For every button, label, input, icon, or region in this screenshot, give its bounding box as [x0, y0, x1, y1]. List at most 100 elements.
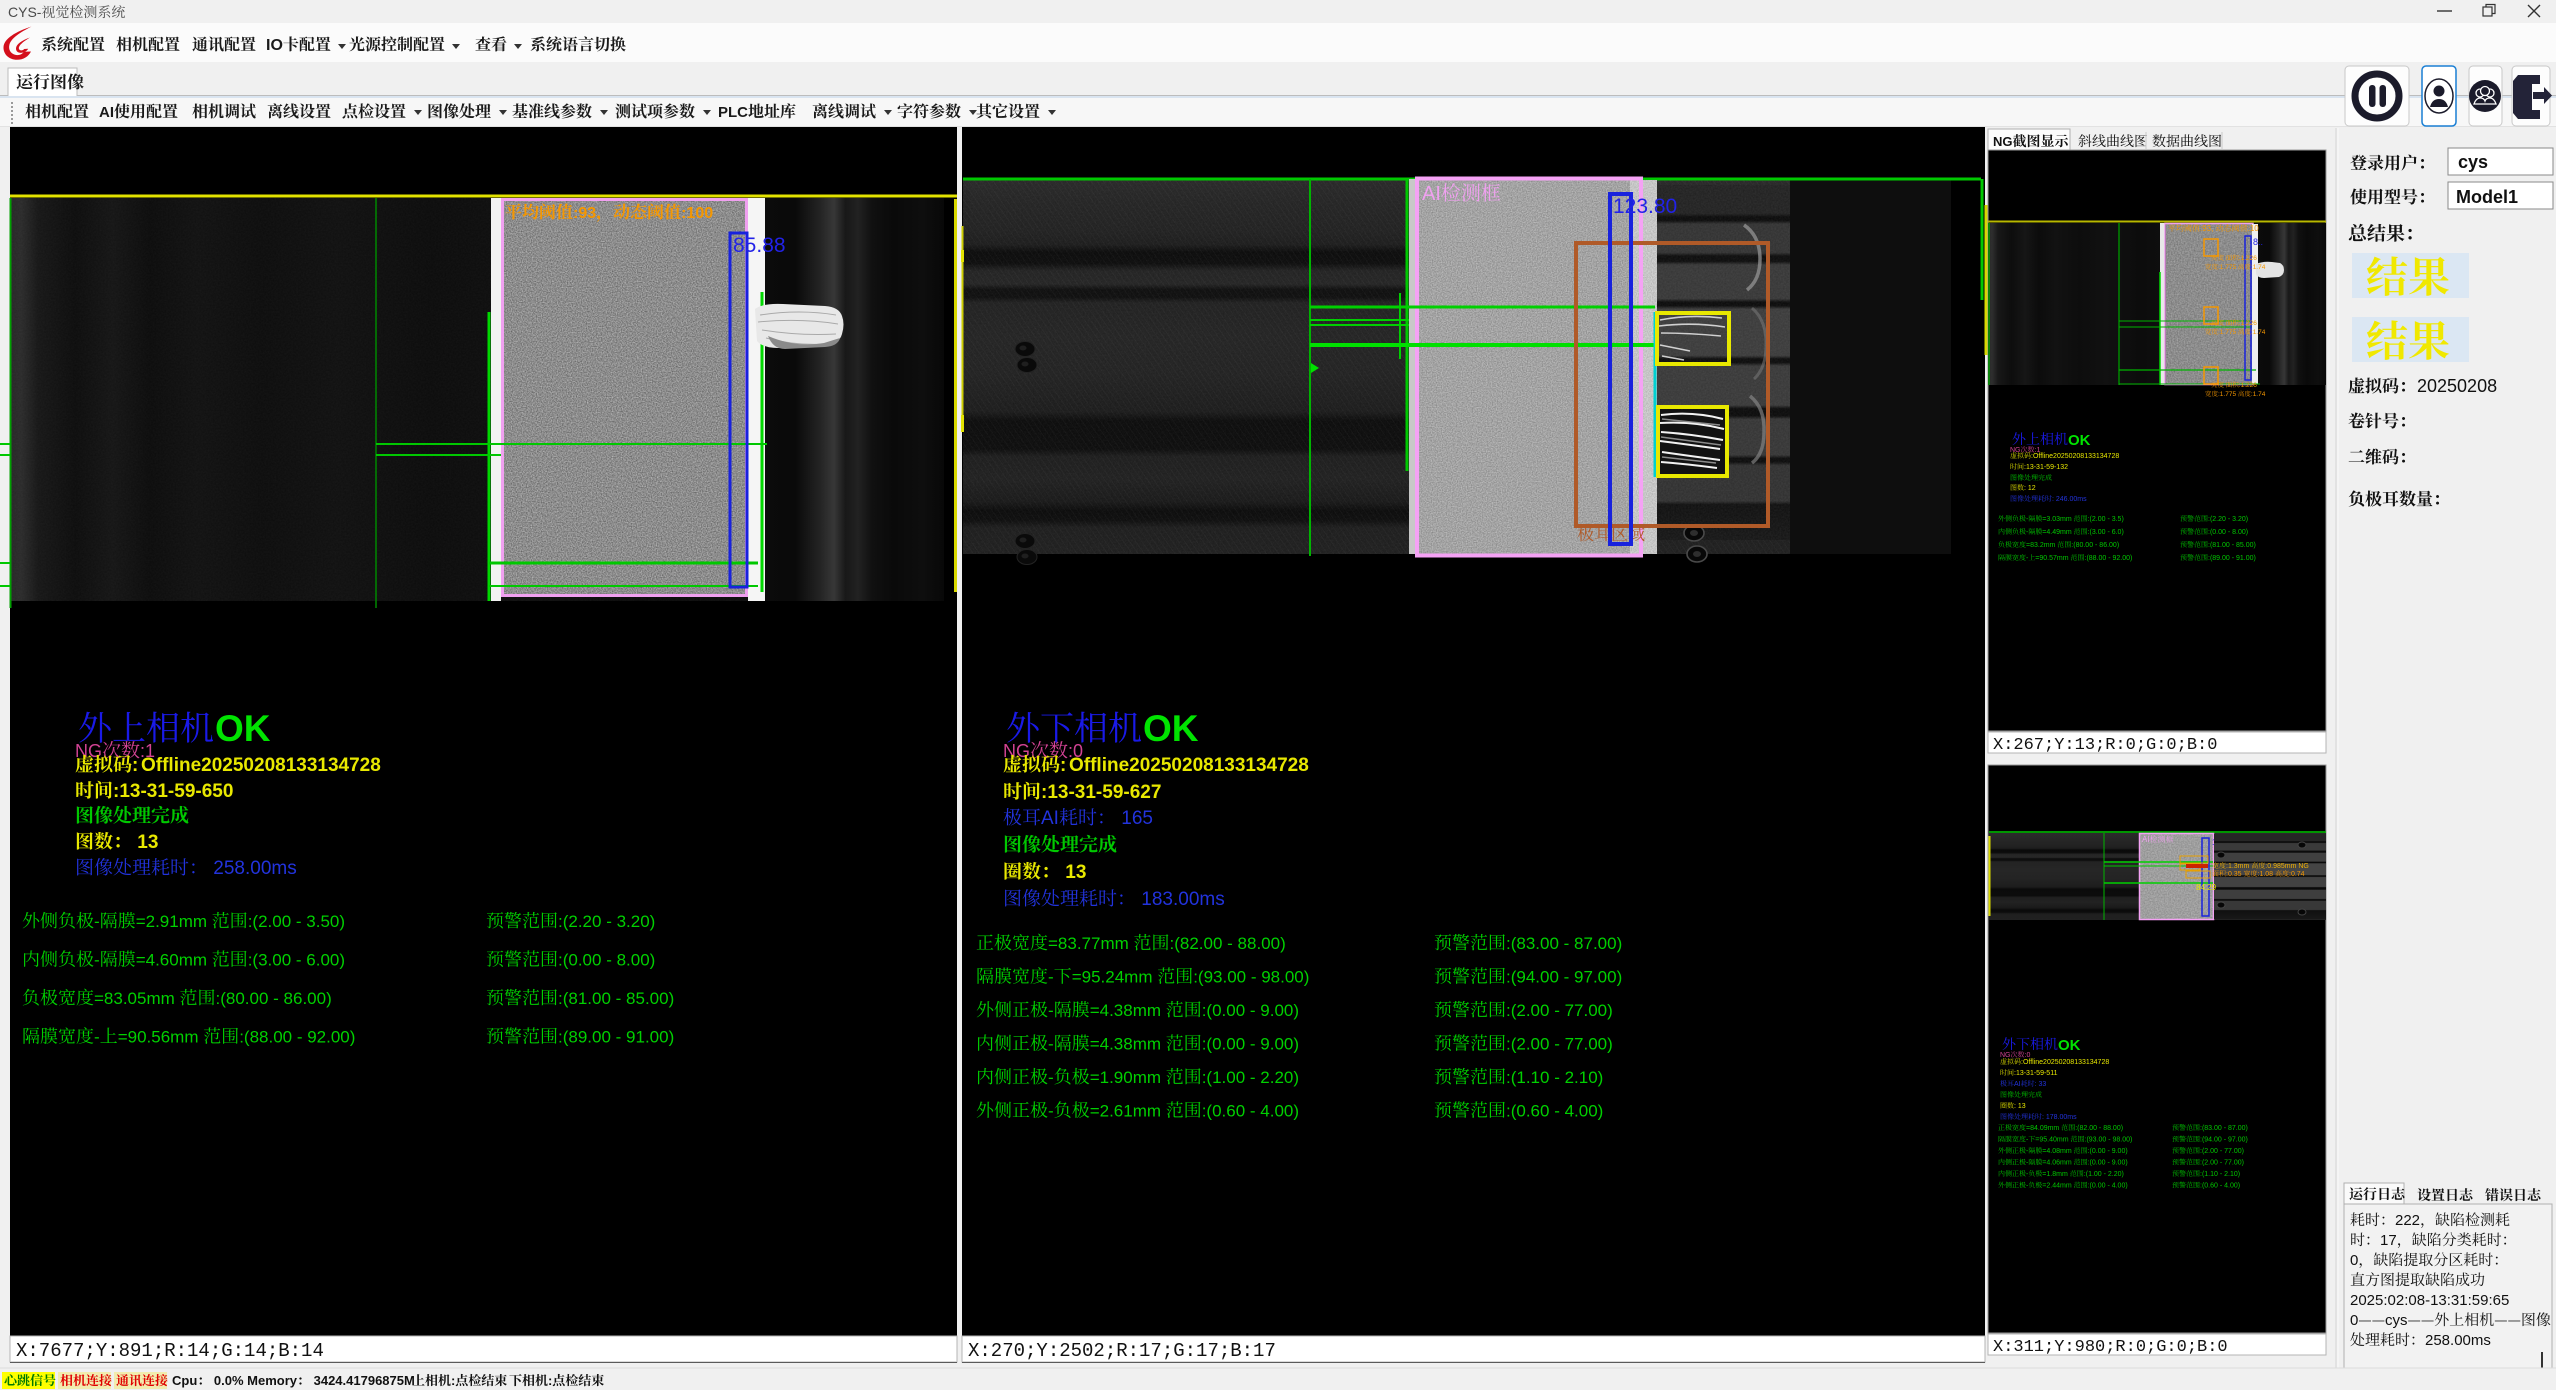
- svg-text::(93.00 - 98.00): :(93.00 - 98.00): [2085, 1137, 2133, 1144]
- svg-text:=83.05mm: =83.05mm: [94, 989, 180, 1008]
- svg-text:OK: OK: [2068, 432, 2091, 449]
- svg-text:Cpu: Cpu: [172, 1373, 197, 1388]
- svg-text::: :: [1060, 755, 1066, 776]
- svg-text:=3.03mm: =3.03mm: [2042, 516, 2073, 523]
- svg-text:OK: OK: [215, 708, 271, 749]
- svg-text::: :: [451, 1373, 455, 1388]
- svg-text:17: 17: [2380, 1232, 2397, 1249]
- svg-text:=83.77mm: =83.77mm: [1048, 934, 1134, 953]
- svg-text::(1.10 - 2.10): :(1.10 - 2.10): [2200, 1171, 2240, 1178]
- svg-text::0: :0: [2025, 1052, 2031, 1059]
- svg-text:-: -: [1048, 1001, 1054, 1020]
- svg-text:=4.08mm: =4.08mm: [2042, 1148, 2073, 1155]
- svg-text::(2.20 - 3.20): :(2.20 - 3.20): [2208, 516, 2248, 523]
- svg-text::(2.00 - 77.00): :(2.00 - 77.00): [1506, 1035, 1613, 1054]
- svg-text::13-31-59-650: :13-31-59-650: [113, 781, 233, 802]
- svg-text:-: -: [1048, 1035, 1054, 1054]
- svg-text:CYS-: CYS-: [8, 4, 42, 20]
- svg-text:222: 222: [2395, 1212, 2420, 1229]
- svg-text:AI: AI: [1041, 808, 1059, 829]
- svg-text:=4.38mm: =4.38mm: [1090, 1035, 1166, 1054]
- svg-text::1.226: :1.226: [2239, 382, 2257, 389]
- svg-text:X:270;Y:2502;R:17;G:17;B:17: X:270;Y:2502;R:17;G:17;B:17: [968, 1340, 1276, 1362]
- svg-text::93,: :93,: [2200, 224, 2216, 233]
- svg-text::13-31-59-132: :13-31-59-132: [2024, 464, 2068, 471]
- svg-text::(0.00 - 9.00): :(0.00 - 9.00): [1202, 1001, 1299, 1020]
- svg-text::(2.00 - 3.5): :(2.00 - 3.5): [2088, 516, 2124, 523]
- svg-text::13-31-59-627: :13-31-59-627: [1041, 782, 1161, 803]
- svg-text:NG: NG: [2000, 1052, 2011, 1059]
- svg-text::93: :93: [573, 205, 596, 222]
- svg-text:13: 13: [1060, 862, 1086, 883]
- svg-text:OK: OK: [1143, 708, 1199, 749]
- svg-text::(82.00 - 88.00): :(82.00 - 88.00): [1170, 934, 1286, 953]
- svg-text::(80.00 - 86.00): :(80.00 - 86.00): [216, 989, 332, 1008]
- svg-text:Model1: Model1: [2456, 187, 2518, 207]
- svg-text::1.3mm: :1.3mm: [2226, 863, 2251, 870]
- svg-text::0.74: :0.74: [2289, 871, 2305, 878]
- svg-text::(1.10 - 2.10): :(1.10 - 2.10): [1506, 1068, 1603, 1087]
- svg-text:84.29: 84.29: [2196, 883, 2217, 892]
- svg-text:2025:02:08-13:31:59:65: 2025:02:08-13:31:59:65: [2350, 1292, 2509, 1309]
- svg-text:=2.91mm: =2.91mm: [136, 912, 212, 931]
- svg-text::(0.60 - 4.00): :(0.60 - 4.00): [1202, 1102, 1299, 1121]
- svg-text:-: -: [1048, 1068, 1054, 1087]
- svg-text:-: -: [1048, 968, 1054, 987]
- svg-text:85.88: 85.88: [733, 234, 786, 257]
- svg-text::(1.00 - 2.20): :(1.00 - 2.20): [1202, 1068, 1299, 1087]
- svg-text:: 12: : 12: [2024, 485, 2036, 492]
- svg-text:123.80: 123.80: [1613, 195, 1677, 218]
- svg-text:PLC: PLC: [718, 104, 748, 121]
- svg-text:: 246.00ms: : 246.00ms: [2052, 496, 2087, 503]
- svg-text::1.226: :1.226: [2239, 320, 2257, 327]
- svg-text::(0.00 - 9.00): :(0.00 - 9.00): [2088, 1160, 2128, 1167]
- svg-text::10: :10: [2248, 224, 2260, 233]
- svg-text:=2.61mm: =2.61mm: [1090, 1102, 1166, 1121]
- svg-text:20250208: 20250208: [2417, 376, 2497, 396]
- svg-text::1.74: :1.74: [2251, 329, 2266, 336]
- svg-text:NG: NG: [1993, 134, 2013, 149]
- svg-text:258.00ms: 258.00ms: [2425, 1332, 2491, 1349]
- svg-text:OK: OK: [2058, 1037, 2081, 1054]
- svg-text:183.00ms: 183.00ms: [1136, 889, 1225, 910]
- svg-text::(0.60 - 4.00): :(0.60 - 4.00): [2200, 1183, 2240, 1190]
- svg-text::(2.00 - 3.50): :(2.00 - 3.50): [248, 912, 345, 931]
- svg-text::(2.20 - 3.20): :(2.20 - 3.20): [558, 912, 655, 931]
- svg-text:IO: IO: [266, 37, 283, 54]
- svg-text:AI: AI: [99, 104, 114, 121]
- svg-text:-: -: [94, 912, 100, 931]
- svg-text:=95.40mm: =95.40mm: [2035, 1137, 2070, 1144]
- svg-text:Offline20250208133134728: Offline20250208133134728: [141, 755, 381, 776]
- svg-text:AI: AI: [2014, 1081, 2021, 1088]
- svg-text::(81.00 - 85.00): :(81.00 - 85.00): [2208, 542, 2256, 549]
- svg-text:3424.41796875M: 3424.41796875M: [310, 1373, 415, 1388]
- svg-text:0: 0: [2350, 1312, 2358, 1329]
- svg-text::(0.00 - 9.00): :(0.00 - 9.00): [1202, 1035, 1299, 1054]
- svg-text:=90.56mm: =90.56mm: [118, 1028, 204, 1047]
- svg-text::1.226: :1.226: [2239, 255, 2257, 262]
- svg-text::1.74: :1.74: [2251, 264, 2266, 271]
- svg-text::(81.00 - 85.00): :(81.00 - 85.00): [558, 989, 674, 1008]
- svg-text::(1.00 - 2.20): :(1.00 - 2.20): [2084, 1171, 2124, 1178]
- svg-text::(83.00 - 87.00): :(83.00 - 87.00): [2200, 1125, 2248, 1132]
- svg-text:=95.24mm: =95.24mm: [1072, 968, 1158, 987]
- svg-text:X:311;Y:980;R:0;G:0;B:0: X:311;Y:980;R:0;G:0;B:0: [1993, 1338, 2228, 1357]
- svg-text::1.74: :1.74: [2251, 391, 2266, 398]
- svg-text:AI: AI: [2142, 835, 2150, 844]
- svg-text:X:267;Y:13;R:0;G:0;B:0: X:267;Y:13;R:0;G:0;B:0: [1993, 736, 2217, 755]
- svg-text:=2.44mm: =2.44mm: [2042, 1183, 2073, 1190]
- svg-text:165: 165: [1116, 808, 1153, 829]
- svg-text::(82.00 - 88.00): :(82.00 - 88.00): [2075, 1125, 2123, 1132]
- svg-text::1.08: :1.08: [2258, 871, 2276, 878]
- svg-text::: :: [548, 1373, 552, 1388]
- svg-text::1.775: :1.775: [2218, 264, 2238, 271]
- svg-text::(83.00 - 87.00): :(83.00 - 87.00): [1506, 934, 1622, 953]
- svg-text::(88.00 - 92.00): :(88.00 - 92.00): [2085, 555, 2133, 562]
- svg-text:AI: AI: [1422, 183, 1441, 205]
- svg-text:=83.2mm: =83.2mm: [2026, 542, 2057, 549]
- svg-text:0: 0: [2350, 1252, 2358, 1269]
- svg-text:=84.09mm: =84.09mm: [2026, 1125, 2061, 1132]
- svg-text:cys: cys: [2385, 1312, 2408, 1329]
- svg-text:cys: cys: [2458, 152, 2488, 172]
- svg-text::(89.00 - 91.00): :(89.00 - 91.00): [2208, 555, 2256, 562]
